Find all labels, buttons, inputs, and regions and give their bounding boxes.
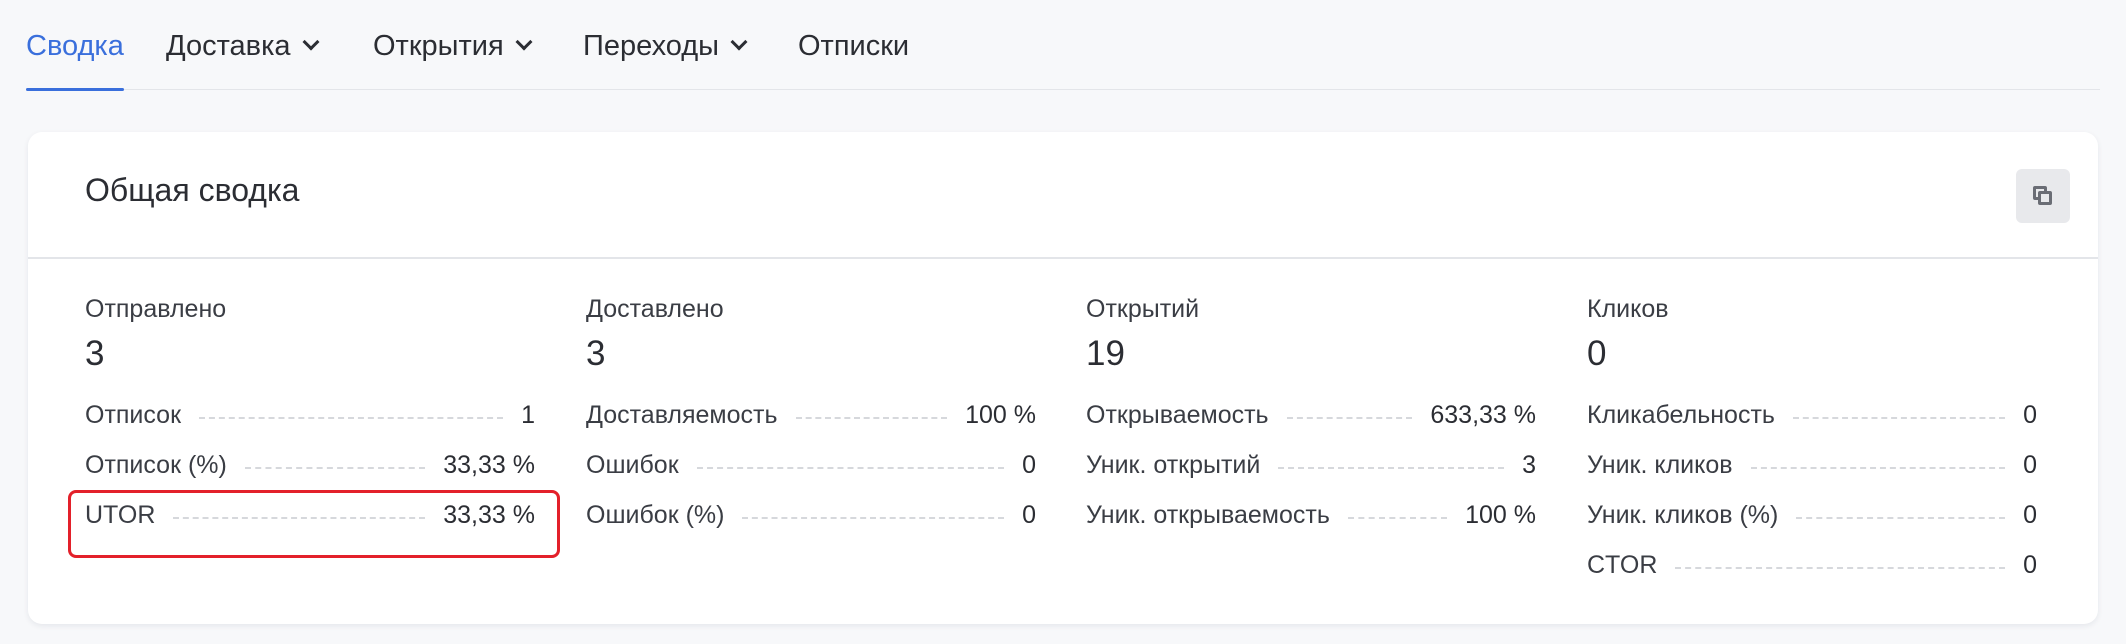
chevron-down-icon: [302, 33, 320, 51]
metric-label: Ошибок (%): [586, 500, 725, 529]
metric-value: 0: [2023, 500, 2037, 529]
summary-card: Общая сводка Отправлено 3 Отписок 1 Отпи…: [28, 132, 2098, 624]
chevron-down-icon: [515, 33, 533, 51]
tab-summary[interactable]: Сводка: [26, 22, 124, 91]
metric-value: 3: [1522, 450, 1536, 479]
stat-value: 3: [85, 334, 105, 373]
metric-row: Уник. кликов (%) 0: [1587, 490, 2037, 540]
metric-value: 0: [1022, 500, 1036, 529]
metric-label: Ошибок: [586, 450, 679, 479]
metric-value: 0: [2023, 400, 2037, 429]
tab-unsubscribes[interactable]: Отписки: [798, 22, 909, 90]
metric-value: 0: [2023, 450, 2037, 479]
metric-value: 1: [521, 400, 535, 429]
metric-label: Кликабельность: [1587, 400, 1775, 429]
metric-label: Отписок: [85, 400, 182, 429]
metric-label: Уник. открываемость: [1086, 500, 1330, 529]
metric-label: CTOR: [1587, 550, 1658, 579]
metric-row: Уник. открываемость 100 %: [1086, 490, 1536, 540]
tab-delivery[interactable]: Доставка: [166, 22, 320, 90]
metric-label: UTOR: [85, 500, 156, 529]
stat-column-sent: Отправлено 3 Отписок 1 Отписок (%) 33,33…: [85, 294, 535, 529]
stat-column-opens: Открытий 19 Открываемость 633,33 % Уник.…: [1086, 294, 1536, 529]
metric-value: 100 %: [1465, 500, 1536, 529]
tab-label: Доставка: [166, 30, 291, 62]
metric-label: Открываемость: [1086, 400, 1269, 429]
metric-row: Отписок (%) 33,33 %: [85, 440, 535, 490]
metric-value: 100 %: [965, 400, 1036, 429]
metric-row: CTOR 0: [1587, 540, 2037, 590]
stat-value: 19: [1086, 334, 1125, 373]
tab-label: Сводка: [26, 30, 124, 62]
metric-value: 33,33 %: [443, 450, 535, 479]
metric-label: Отписок (%): [85, 450, 227, 479]
stat-value: 3: [586, 334, 606, 373]
metric-value: 33,33 %: [443, 500, 535, 529]
metric-value: 0: [2023, 550, 2037, 579]
tab-label: Переходы: [583, 30, 720, 62]
stat-column-clicks: Кликов 0 Кликабельность 0 Уник. кликов 0…: [1587, 294, 2037, 579]
metric-label: Доставляемость: [586, 400, 778, 429]
tab-opens[interactable]: Открытия: [373, 22, 533, 90]
metric-row: Уник. открытий 3: [1086, 440, 1536, 490]
stat-label: Кликов: [1587, 295, 1669, 323]
metric-row: Отписок 1: [85, 390, 535, 440]
metric-label: Уник. открытий: [1086, 450, 1261, 479]
stat-label: Открытий: [1086, 295, 1200, 323]
tab-label: Отписки: [798, 30, 910, 62]
metric-row: Кликабельность 0: [1587, 390, 2037, 440]
chevron-down-icon: [730, 33, 748, 51]
stat-column-delivered: Доставлено 3 Доставляемость 100 % Ошибок…: [586, 294, 1036, 529]
stat-label: Отправлено: [85, 295, 227, 323]
metric-value: 633,33 %: [1430, 400, 1536, 429]
stat-label: Доставлено: [586, 295, 724, 323]
card-header: Общая сводка: [28, 132, 2098, 259]
metric-row: Открываемость 633,33 %: [1086, 390, 1536, 440]
metric-label: Уник. кликов (%): [1587, 500, 1779, 529]
metric-value: 0: [1022, 450, 1036, 479]
stat-value: 0: [1587, 334, 1607, 373]
tab-bar: Сводка Доставка Открытия Переходы Отписк…: [26, 0, 2100, 91]
metric-row: Уник. кликов 0: [1587, 440, 2037, 490]
card-title: Общая сводка: [85, 172, 300, 208]
copy-button[interactable]: [2016, 169, 2070, 223]
tab-clicks[interactable]: Переходы: [583, 22, 748, 90]
metric-label: Уник. кликов: [1587, 450, 1733, 479]
metric-row: Ошибок 0: [586, 440, 1036, 490]
metric-row: UTOR 33,33 %: [85, 490, 535, 540]
metric-row: Ошибок (%) 0: [586, 490, 1036, 540]
tab-label: Открытия: [373, 30, 504, 62]
metric-row: Доставляемость 100 %: [586, 390, 1036, 440]
